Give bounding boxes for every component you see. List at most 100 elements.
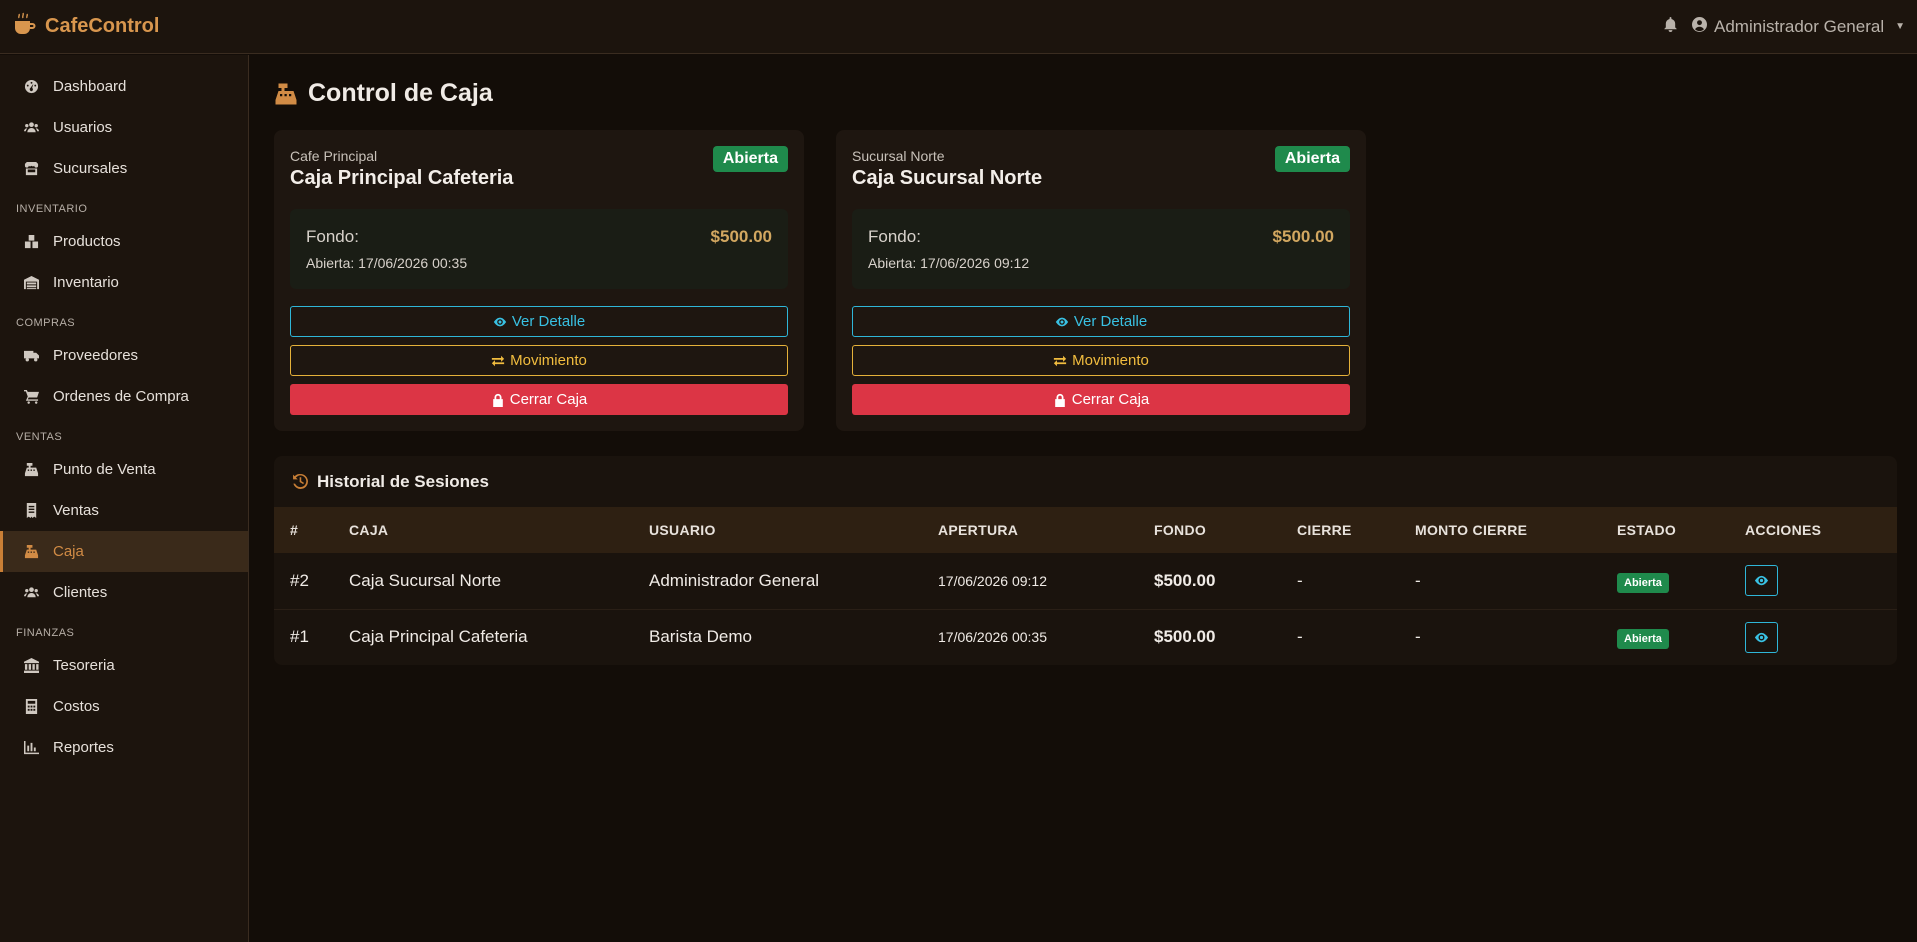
users-icon	[24, 587, 39, 598]
sidebar-item-costos[interactable]: Costos	[0, 686, 248, 727]
warehouse-icon	[24, 275, 39, 290]
sidebar-item-proveedores[interactable]: Proveedores	[0, 335, 248, 376]
top-navbar: CafeControl Administrador General ▼	[0, 0, 1917, 54]
sidebar-item-usuarios[interactable]: Usuarios	[0, 107, 248, 148]
close-register-button[interactable]: Cerrar Caja	[852, 384, 1350, 415]
card-actions: Ver Detalle Movimiento Cerrar Caja	[852, 306, 1350, 415]
opened-at: Abierta: 17/06/2026 09:12	[868, 255, 1030, 271]
column-header: ESTADO	[1617, 522, 1677, 538]
user-name: Administrador General	[1714, 16, 1885, 36]
gauge-icon	[24, 79, 39, 94]
sidebar-item-ventas[interactable]: Ventas	[0, 490, 248, 531]
sidebar-item-dashboard[interactable]: Dashboard	[0, 66, 248, 107]
sidebar-item-label: Caja	[53, 543, 84, 560]
button-label: Movimiento	[510, 352, 587, 369]
view-session-button[interactable]	[1745, 621, 1778, 653]
users-icon	[24, 122, 39, 133]
movement-button[interactable]: Movimiento	[852, 345, 1350, 376]
fund-box: Fondo: $500.00 Abierta: 17/06/2026 09:12	[852, 209, 1350, 289]
eye-icon	[1754, 576, 1769, 586]
cell-acciones	[1745, 553, 1897, 609]
cell-id: #2	[290, 570, 309, 590]
sidebar-item-label: Sucursales	[53, 160, 128, 177]
sidebar-item-productos[interactable]: Productos	[0, 221, 248, 262]
sidebar-item-ordenes-de-compra[interactable]: Ordenes de Compra	[0, 376, 248, 417]
main-content: Control de Caja Cafe Principal Caja Prin…	[274, 55, 1897, 665]
view-detail-button[interactable]: Ver Detalle	[290, 306, 788, 337]
cell-acciones	[1745, 609, 1897, 665]
card-header: Cafe Principal Caja Principal Cafeteria …	[290, 146, 788, 209]
boxes-icon	[24, 234, 39, 249]
button-label: Ver Detalle	[1073, 313, 1148, 330]
fund-box: Fondo: $500.00 Abierta: 17/06/2026 00:35	[290, 209, 788, 289]
page-title: Control de Caja	[308, 79, 493, 107]
status-badge: Abierta	[1617, 572, 1669, 593]
close-register-button[interactable]: Cerrar Caja	[290, 384, 788, 415]
sidebar-item-inventario[interactable]: Inventario	[0, 262, 248, 303]
sidebar-section-compras: COMPRAS	[16, 317, 76, 329]
fund-value: $500.00	[710, 227, 772, 246]
receipt-icon	[26, 503, 37, 518]
sidebar-item-tesoreria[interactable]: Tesoreria	[0, 645, 248, 686]
eye-icon	[1055, 317, 1068, 326]
cell-apertura: 17/06/2026 09:12	[938, 572, 1047, 589]
card-actions: Ver Detalle Movimiento Cerrar Caja	[290, 306, 788, 415]
sidebar-section-finanzas: FINANZAS	[16, 627, 75, 639]
button-label: Cerrar Caja	[509, 391, 588, 408]
fund-value: $500.00	[1272, 227, 1334, 246]
exchange-icon	[1054, 355, 1067, 366]
user-menu[interactable]: Administrador General ▼	[1692, 16, 1905, 37]
chart-icon	[24, 740, 39, 755]
sidebar-item-punto-de-venta[interactable]: Punto de Venta	[0, 449, 248, 490]
sidebar-item-label: Inventario	[53, 274, 119, 291]
opened-at: Abierta: 17/06/2026 00:35	[306, 255, 468, 271]
view-detail-button[interactable]: Ver Detalle	[852, 306, 1350, 337]
status-badge: Abierta	[712, 146, 788, 172]
sidebar-item-caja[interactable]: Caja	[0, 531, 248, 572]
brand-name: CafeControl	[45, 15, 160, 37]
column-header: #	[290, 522, 299, 538]
table-row: #2 Caja Sucursal Norte Administrador Gen…	[274, 553, 1897, 609]
status-badge: Abierta	[1617, 629, 1669, 650]
brand[interactable]: CafeControl	[12, 12, 159, 42]
sidebar-item-reportes[interactable]: Reportes	[0, 727, 248, 768]
button-label: Movimiento	[1072, 352, 1149, 369]
column-header: APERTURA	[938, 522, 1019, 538]
history-title: Historial de Sesiones	[317, 471, 489, 491]
sidebar: Dashboard Usuarios Sucursales INVENTARIO…	[0, 55, 249, 942]
button-label: Ver Detalle	[511, 313, 586, 330]
sidebar-item-label: Clientes	[53, 584, 108, 601]
coffee-cup-icon	[12, 12, 38, 42]
eye-icon	[1754, 632, 1769, 642]
cell-estado: Abierta	[1617, 609, 1745, 665]
sidebar-item-sucursales[interactable]: Sucursales	[0, 148, 248, 189]
column-header: CAJA	[349, 522, 389, 538]
user-circle-icon	[1692, 16, 1708, 37]
movement-button[interactable]: Movimiento	[290, 345, 788, 376]
lock-icon	[492, 393, 503, 407]
sidebar-item-label: Punto de Venta	[53, 461, 156, 478]
bell-icon[interactable]	[1663, 16, 1678, 37]
cell-caja: Caja Sucursal Norte	[349, 570, 502, 590]
sidebar-section-inventario: INVENTARIO	[16, 203, 88, 215]
cell-estado: Abierta	[1617, 553, 1745, 609]
sidebar-item-label: Proveedores	[53, 347, 139, 364]
cell-id: #1	[290, 627, 309, 647]
column-header: CIERRE	[1297, 522, 1352, 538]
card-branch: Sucursal Norte	[852, 148, 945, 164]
sidebar-item-label: Reportes	[53, 739, 114, 756]
navbar-right: Administrador General ▼	[1663, 16, 1905, 37]
register-card: Cafe Principal Caja Principal Cafeteria …	[274, 130, 804, 431]
column-header: USUARIO	[649, 522, 716, 538]
sidebar-section-ventas: VENTAS	[16, 431, 63, 443]
view-session-button[interactable]	[1745, 565, 1778, 597]
sidebar-item-clientes[interactable]: Clientes	[0, 572, 248, 613]
table-header-row: # CAJA USUARIO APERTURA FONDO CIERRE MON…	[274, 507, 1897, 553]
register-card: Sucursal Norte Caja Sucursal Norte Abier…	[836, 130, 1366, 431]
column-header: ACCIONES	[1745, 522, 1822, 538]
cash-register-icon	[24, 462, 39, 477]
sidebar-item-label: Ordenes de Compra	[53, 388, 189, 405]
eye-icon	[493, 317, 506, 326]
card-branch: Cafe Principal	[290, 148, 378, 164]
cell-monto-cierre: -	[1415, 627, 1421, 647]
